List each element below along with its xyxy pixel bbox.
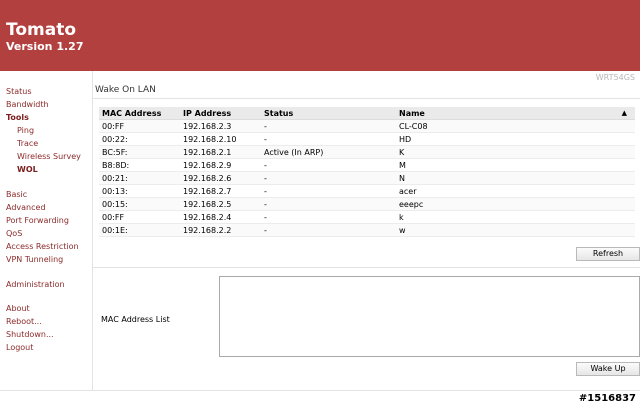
table-row[interactable]: 00:21: 192.168.2.6 - N [99, 172, 635, 185]
sidebar-nav: Status Bandwidth Tools Ping Trace Wirele… [0, 85, 92, 390]
router-model: WRT54GS [595, 73, 635, 82]
cell-name: w [399, 226, 406, 235]
sidebar-item-qos[interactable]: QoS [6, 229, 22, 239]
cell-status: Active (In ARP) [264, 148, 324, 157]
cell-ip: 192.168.2.1 [183, 148, 232, 157]
cell-mac: 00:22: [102, 135, 128, 144]
sort-up-icon: ▲ [621, 109, 627, 117]
cell-mac: 00:1E: [102, 226, 128, 235]
cell-status: - [264, 122, 267, 131]
cell-name: eeepc [399, 200, 424, 209]
cell-ip: 192.168.2.9 [183, 161, 232, 170]
wol-table: MAC Address IP Address Status Name ▲ 00:… [99, 107, 635, 237]
cell-status: - [264, 174, 267, 183]
cell-name: acer [399, 187, 417, 196]
app-title: Tomato [6, 20, 77, 40]
cell-ip: 192.168.2.6 [183, 174, 232, 183]
cell-name: CL-C08 [399, 122, 428, 131]
app-version: Version 1.27 [6, 40, 84, 53]
column-header-name[interactable]: Name [399, 109, 425, 118]
table-row[interactable]: BC:5F: 192.168.2.1 Active (In ARP) K [99, 146, 635, 159]
sidebar-item-administration[interactable]: Administration [6, 280, 65, 290]
mac-address-list-input[interactable] [219, 276, 640, 357]
sidebar-item-logout[interactable]: Logout [6, 343, 33, 353]
sidebar-item-ping[interactable]: Ping [17, 126, 34, 136]
table-row[interactable]: 00:FF 192.168.2.4 - k [99, 211, 635, 224]
table-row[interactable]: 00:FF 192.168.2.3 - CL-C08 [99, 120, 635, 133]
main-content: WRT54GS Wake On LAN MAC Address IP Addre… [92, 71, 640, 390]
cell-ip: 192.168.2.10 [183, 135, 237, 144]
cell-ip: 192.168.2.4 [183, 213, 232, 222]
column-header-ip[interactable]: IP Address [183, 109, 231, 118]
section-divider [93, 267, 640, 268]
column-header-mac[interactable]: MAC Address [102, 109, 161, 118]
sidebar-item-advanced[interactable]: Advanced [6, 203, 46, 213]
cell-mac: 00:13: [102, 187, 128, 196]
cell-ip: 192.168.2.2 [183, 226, 232, 235]
cell-mac: 00:15: [102, 200, 128, 209]
cell-name: k [399, 213, 404, 222]
app-header: Tomato Version 1.27 [0, 0, 640, 71]
sidebar-item-port-forwarding[interactable]: Port Forwarding [6, 216, 69, 226]
sidebar-item-wol[interactable]: WOL [17, 165, 38, 175]
footer-divider [0, 390, 640, 391]
cell-status: - [264, 187, 267, 196]
table-row[interactable]: 00:22: 192.168.2.10 - HD [99, 133, 635, 146]
cell-name: HD [399, 135, 412, 144]
cell-name: M [399, 161, 406, 170]
sidebar-item-tools[interactable]: Tools [6, 113, 29, 123]
sidebar-item-reboot[interactable]: Reboot... [6, 317, 42, 327]
cell-ip: 192.168.2.7 [183, 187, 232, 196]
sidebar-item-bandwidth[interactable]: Bandwidth [6, 100, 49, 110]
sidebar-item-status[interactable]: Status [6, 87, 32, 97]
table-row[interactable]: B8:8D: 192.168.2.9 - M [99, 159, 635, 172]
cell-status: - [264, 226, 267, 235]
cell-name: N [399, 174, 405, 183]
cell-mac: B8:8D: [102, 161, 130, 170]
cell-mac: 00:21: [102, 174, 128, 183]
table-header-row: MAC Address IP Address Status Name ▲ [99, 107, 635, 120]
wake-up-button[interactable]: Wake Up [576, 362, 640, 376]
cell-status: - [264, 213, 267, 222]
column-header-status[interactable]: Status [264, 109, 293, 118]
sidebar-item-trace[interactable]: Trace [17, 139, 38, 149]
cell-mac: 00:FF [102, 213, 125, 222]
sidebar-item-access-restriction[interactable]: Access Restriction [6, 242, 79, 252]
cell-status: - [264, 200, 267, 209]
table-row[interactable]: 00:13: 192.168.2.7 - acer [99, 185, 635, 198]
cell-ip: 192.168.2.3 [183, 122, 232, 131]
table-row[interactable]: 00:1E: 192.168.2.2 - w [99, 224, 635, 237]
sidebar-item-about[interactable]: About [6, 304, 30, 314]
watermark: #1516837 [578, 393, 636, 404]
section-divider [93, 98, 640, 99]
mac-list-label: MAC Address List [101, 315, 170, 324]
sidebar-item-basic[interactable]: Basic [6, 190, 27, 200]
sidebar-item-vpn-tunneling[interactable]: VPN Tunneling [6, 255, 63, 265]
cell-mac: 00:FF [102, 122, 125, 131]
cell-status: - [264, 161, 267, 170]
sidebar-item-wireless-survey[interactable]: Wireless Survey [17, 152, 81, 162]
section-title: Wake On LAN [95, 85, 156, 95]
refresh-button[interactable]: Refresh [576, 247, 640, 261]
cell-mac: BC:5F: [102, 148, 128, 157]
sidebar-item-shutdown[interactable]: Shutdown... [6, 330, 54, 340]
cell-name: K [399, 148, 405, 157]
table-row[interactable]: 00:15: 192.168.2.5 - eeepc [99, 198, 635, 211]
cell-ip: 192.168.2.5 [183, 200, 232, 209]
cell-status: - [264, 135, 267, 144]
